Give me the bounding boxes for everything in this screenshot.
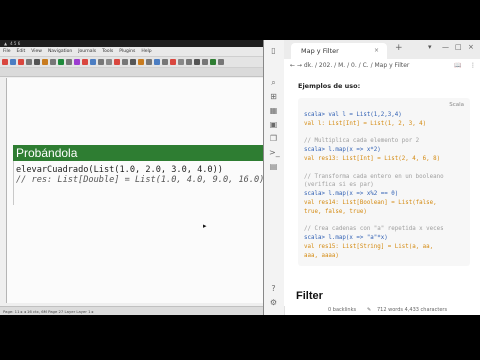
menu-plugins[interactable]: Plugins	[119, 49, 135, 54]
toolbar-button[interactable]	[186, 59, 192, 65]
navigation-bar: ← → dk. / 202. / M. / 0. / C. / Map y Fi…	[284, 59, 480, 74]
tab-bar: Map y Filter × + ▾ — □ ×	[284, 40, 480, 60]
grid-icon[interactable]: ⊞	[269, 92, 278, 101]
code-line: scala> val l = List(1,2,3,4)	[304, 112, 402, 118]
code-block[interactable]: Scala scala> val l = List(1,2,3,4) val l:…	[298, 98, 470, 266]
toolbar-button[interactable]	[58, 59, 64, 65]
code-line: scala> l.map(x => x*2)	[304, 147, 381, 154]
menu-journals[interactable]: Journals	[78, 49, 96, 54]
system-top-bar: ▲ 4 5 6	[0, 40, 264, 47]
menu-bar: File Edit View Navigation Journals Tools…	[0, 47, 264, 57]
sidebar-toggle-icon[interactable]: ▯	[269, 46, 278, 55]
toolbar-button[interactable]	[106, 59, 112, 65]
status-bar: Page: 11 ▸ ◂ 16 ctx, 6M Page 27 Layer La…	[0, 306, 264, 315]
toolbar-button[interactable]	[194, 59, 200, 65]
toolbar-button[interactable]	[74, 59, 80, 65]
toolbar-button[interactable]	[130, 59, 136, 65]
calendar-icon[interactable]: ▦	[269, 106, 278, 115]
toolbar-button[interactable]	[66, 59, 72, 65]
notes-window: ▯ ⌕ ⊞ ▦ ▣ ❐ >_ ▤ ? ⚙ Map y Filter × + ▾ …	[264, 40, 480, 315]
mouse-cursor-icon: ▸	[203, 222, 207, 230]
new-tab-button[interactable]: +	[395, 43, 403, 53]
toolbar-button[interactable]	[34, 59, 40, 65]
code-line: // Crea cadenas con "a" repetida x veces	[304, 226, 444, 233]
toolbar-button[interactable]	[2, 59, 8, 65]
minimize-button[interactable]: —	[442, 43, 449, 51]
menu-help[interactable]: Help	[141, 49, 151, 54]
search-icon[interactable]: ⌕	[269, 78, 278, 87]
code-line: val res13: List[Int] = List(2, 4, 6, 8)	[304, 156, 441, 162]
toolbar-button[interactable]	[10, 59, 16, 65]
menu-edit[interactable]: Edit	[17, 49, 26, 54]
code-line: scala> l.map(x => "a"*x)	[304, 235, 388, 242]
toolbar-button[interactable]	[202, 59, 208, 65]
code-call: elevarCuadrado(List(1.0, 2.0, 3.0, 4.0))	[16, 165, 223, 175]
menu-view[interactable]: View	[31, 49, 42, 54]
tab-map-y-filter[interactable]: Map y Filter ×	[291, 43, 387, 59]
status-bar-right: 0 backlinks ✎ 712 words 4,433 characters	[284, 306, 480, 315]
ruler	[0, 68, 264, 77]
breadcrumb[interactable]: ← → dk. / 202. / M. / 0. / C. / Map y Fi…	[290, 62, 409, 69]
top-strip-item: 4 5 6	[10, 41, 21, 46]
help-icon[interactable]: ?	[269, 284, 278, 293]
document-icon[interactable]: ▤	[269, 162, 278, 171]
toolbar-button[interactable]	[218, 59, 224, 65]
reading-mode-icon[interactable]: 📖	[454, 62, 461, 69]
canvas-icon[interactable]: ▣	[269, 120, 278, 129]
code-line: val l: List[Int] = List(1, 2, 3, 4)	[304, 120, 427, 127]
toolbar-button[interactable]	[42, 59, 48, 65]
code-language-label: Scala	[449, 102, 464, 108]
toolbar-button[interactable]	[98, 59, 104, 65]
toolbar-button[interactable]	[50, 59, 56, 65]
more-options-icon[interactable]: ⋮	[470, 62, 476, 69]
toolbar-button[interactable]	[114, 59, 120, 65]
toolbar-button[interactable]	[18, 59, 24, 65]
section-title: Probándola	[13, 145, 264, 161]
partial-heading: Ejemplos de uso:	[298, 82, 361, 90]
toolbar	[0, 57, 264, 68]
toolbar-button[interactable]	[170, 59, 176, 65]
menu-tools[interactable]: Tools	[102, 49, 113, 54]
close-icon[interactable]: ×	[374, 43, 379, 59]
filter-heading: Filter	[296, 290, 323, 302]
toolbar-button[interactable]	[82, 59, 88, 65]
code-line: aaa, aaaa)	[304, 252, 339, 259]
toolbar-button[interactable]	[26, 59, 32, 65]
menu-navigation[interactable]: Navigation	[48, 49, 72, 54]
code-line: (verifica si es par)	[304, 182, 374, 189]
menu-file[interactable]: File	[3, 49, 11, 54]
maximize-button[interactable]: □	[455, 43, 462, 51]
window-close-button[interactable]: ×	[468, 43, 474, 51]
top-strip-item: ▲	[4, 41, 8, 46]
code-line: // Transforma cada entero en un booleano	[304, 173, 444, 180]
edit-icon[interactable]: ✎	[367, 306, 371, 315]
note-content[interactable]: Ejemplos de uso: Scala scala> val l = Li…	[284, 74, 480, 306]
toolbar-button[interactable]	[122, 59, 128, 65]
code-line: val res14: List[Boolean] = List(false,	[304, 200, 437, 206]
terminal-icon[interactable]: >_	[269, 148, 280, 157]
code-line: true, false, true)	[304, 208, 367, 215]
backlinks-count[interactable]: 0 backlinks	[328, 306, 356, 315]
toolbar-button[interactable]	[146, 59, 152, 65]
toolbar-button[interactable]	[90, 59, 96, 65]
toolbar-button[interactable]	[178, 59, 184, 65]
code-line: scala> l.map(x => x%2 == 0)	[304, 191, 399, 198]
word-char-count: 712 words 4,433 characters	[377, 307, 448, 313]
toolbar-button[interactable]	[162, 59, 168, 65]
page-edge	[6, 78, 7, 303]
code-line: val res15: List[String] = List(a, aa,	[304, 244, 434, 250]
chevron-down-icon[interactable]: ▾	[428, 43, 432, 51]
code-result-comment: // res: List[Double] = List(1.0, 4.0, 9.…	[16, 175, 265, 185]
toolbar-button[interactable]	[154, 59, 160, 65]
copy-icon[interactable]: ❐	[269, 134, 278, 143]
screen-frame: ▲ 4 5 6 File Edit View Navigation Journa…	[0, 40, 480, 315]
code-line: // Multiplica cada elemento por 2	[304, 138, 420, 145]
toolbar-button[interactable]	[138, 59, 144, 65]
gear-icon[interactable]: ⚙	[269, 298, 278, 307]
pdf-viewer-window: ▲ 4 5 6 File Edit View Navigation Journa…	[0, 40, 264, 315]
left-ribbon: ▯ ⌕ ⊞ ▦ ▣ ❐ >_ ▤ ? ⚙	[264, 40, 285, 315]
toolbar-button[interactable]	[210, 59, 216, 65]
tab-label: Map y Filter	[301, 47, 339, 55]
